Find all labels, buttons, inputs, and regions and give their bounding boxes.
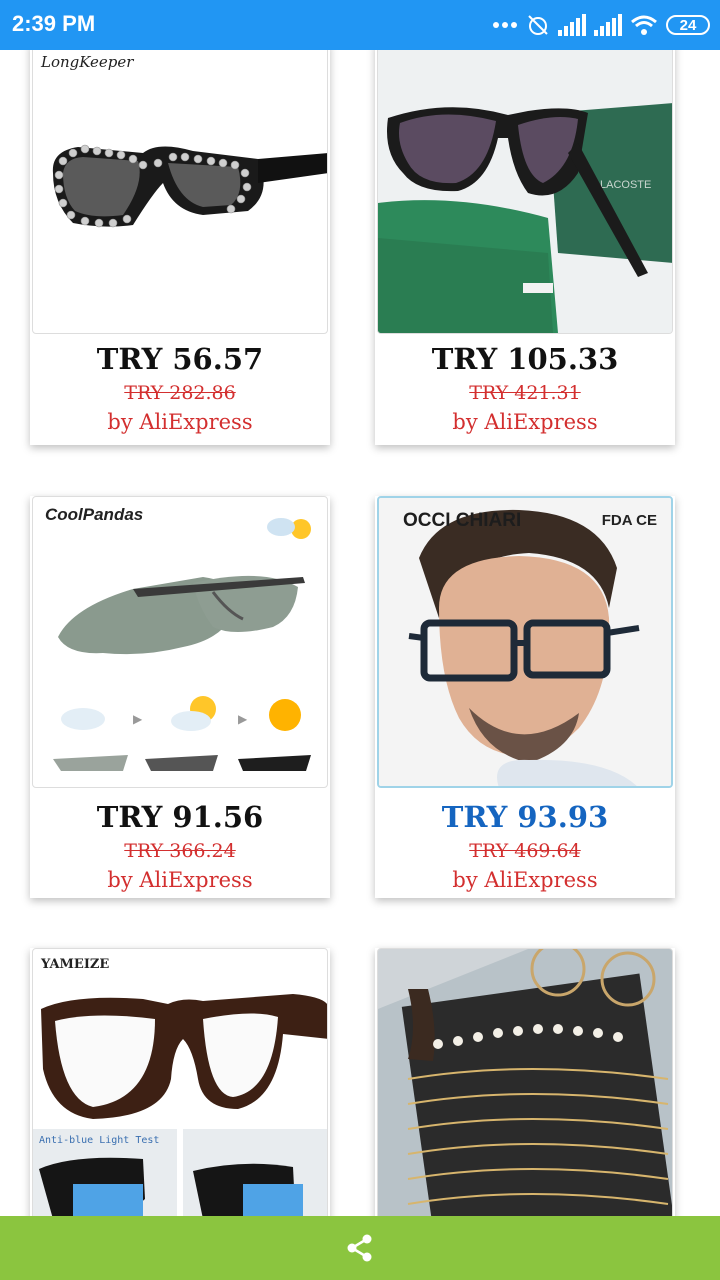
alarm-off-icon bbox=[528, 15, 548, 35]
share-button[interactable] bbox=[336, 1228, 384, 1268]
case-brand-text: LACOSTE bbox=[600, 179, 651, 191]
sunglasses-case-illustration: LACOSTE bbox=[378, 50, 672, 333]
eyeglasses-illustration bbox=[33, 994, 327, 1216]
product-old-price: TRY 421.31 bbox=[469, 382, 581, 404]
product-old-price: TRY 366.24 bbox=[124, 840, 236, 862]
product-seller: by AliExpress bbox=[107, 868, 253, 892]
product-image[interactable]: LACOSTE bbox=[377, 50, 673, 334]
product-card[interactable]: OCCI CHIARI FDA CE TRY 93.93 TRY 469.64 … bbox=[375, 496, 675, 898]
product-card[interactable]: CoolPandas ▶ ▶ TRY 91.56 TRY 366.24 by A… bbox=[30, 496, 330, 898]
product-grid[interactable]: LongKeeper TRY 56.57 TRY 282.86 by AliEx… bbox=[0, 50, 720, 1216]
status-icons: 24 bbox=[492, 10, 710, 40]
brand-logo: OCCI CHIARI bbox=[403, 510, 522, 531]
svg-text:▶: ▶ bbox=[238, 712, 248, 726]
product-card[interactable]: LACOSTE TRY 105.33 TRY 421.31 by AliExpr… bbox=[375, 50, 675, 445]
more-dots-icon bbox=[493, 22, 517, 28]
product-image[interactable] bbox=[377, 948, 673, 1216]
product-price: TRY 93.93 bbox=[441, 800, 609, 834]
product-image[interactable]: LongKeeper bbox=[32, 50, 328, 334]
product-seller: by AliExpress bbox=[452, 868, 598, 892]
weather-icons-top bbox=[267, 518, 311, 539]
wifi-icon bbox=[631, 15, 657, 35]
product-price: TRY 91.56 bbox=[96, 800, 264, 834]
sunglasses-illustration bbox=[52, 144, 327, 228]
product-seller: by AliExpress bbox=[452, 410, 598, 434]
man-with-glasses-illustration bbox=[379, 498, 671, 786]
product-old-price: TRY 282.86 bbox=[124, 382, 236, 404]
photochromic-sunglasses-illustration: ▶ ▶ bbox=[53, 518, 311, 771]
lens-tint-sequence bbox=[53, 755, 311, 771]
product-image[interactable]: OCCI CHIARI FDA CE bbox=[377, 496, 673, 788]
certification-badge: FDA CE bbox=[601, 512, 657, 529]
svg-text:▶: ▶ bbox=[133, 712, 143, 726]
product-seller: by AliExpress bbox=[107, 410, 253, 434]
product-image[interactable]: YAMEIZE Anti-blue Light Test bbox=[32, 948, 328, 1216]
signal-icon bbox=[558, 14, 586, 36]
share-icon bbox=[347, 1234, 372, 1262]
product-card[interactable]: YAMEIZE Anti-blue Light Test bbox=[30, 948, 330, 1216]
product-price: TRY 56.57 bbox=[96, 342, 264, 376]
signal-icon-2 bbox=[594, 14, 622, 36]
product-card[interactable] bbox=[375, 948, 675, 1216]
anti-blue-caption: Anti-blue Light Test bbox=[39, 1135, 160, 1146]
battery-indicator: 24 bbox=[666, 15, 710, 35]
weather-sequence: ▶ ▶ bbox=[61, 696, 301, 731]
product-old-price: TRY 469.64 bbox=[469, 840, 581, 862]
status-bar: 2:39 PM 24 bbox=[0, 0, 720, 50]
status-time: 2:39 PM bbox=[12, 11, 96, 36]
product-card[interactable]: LongKeeper TRY 56.57 TRY 282.86 by AliEx… bbox=[30, 50, 330, 445]
product-price: TRY 105.33 bbox=[431, 342, 619, 376]
glasses-chains-illustration bbox=[378, 949, 672, 1216]
product-image[interactable]: CoolPandas ▶ ▶ bbox=[32, 496, 328, 788]
bottom-bar bbox=[0, 1216, 720, 1280]
